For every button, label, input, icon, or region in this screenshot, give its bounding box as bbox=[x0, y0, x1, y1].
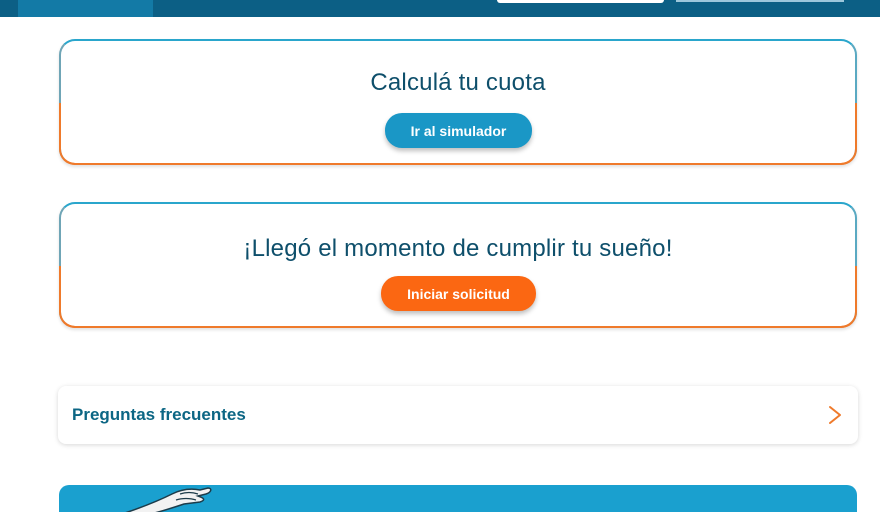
request-card: ¡Llegó el momento de cumplir tu sueño! I… bbox=[59, 202, 857, 328]
request-card-title: ¡Llegó el momento de cumplir tu sueño! bbox=[243, 235, 673, 262]
header-field-secondary[interactable] bbox=[676, 0, 844, 2]
chevron-right-icon[interactable] bbox=[824, 403, 846, 427]
simulator-card-title: Calculá tu cuota bbox=[370, 69, 546, 96]
faq-label: Preguntas frecuentes bbox=[72, 405, 246, 424]
go-to-simulator-button[interactable]: Ir al simulador bbox=[385, 113, 532, 148]
hand-illustration bbox=[125, 487, 212, 512]
top-navigation-bar bbox=[0, 0, 880, 17]
start-request-button[interactable]: Iniciar solicitud bbox=[381, 276, 536, 311]
faq-accordion[interactable]: Preguntas frecuentes bbox=[58, 386, 858, 444]
simulator-card: Calculá tu cuota Ir al simulador bbox=[59, 39, 857, 165]
nav-tab-active[interactable] bbox=[18, 0, 153, 17]
header-search-field[interactable] bbox=[497, 0, 664, 3]
